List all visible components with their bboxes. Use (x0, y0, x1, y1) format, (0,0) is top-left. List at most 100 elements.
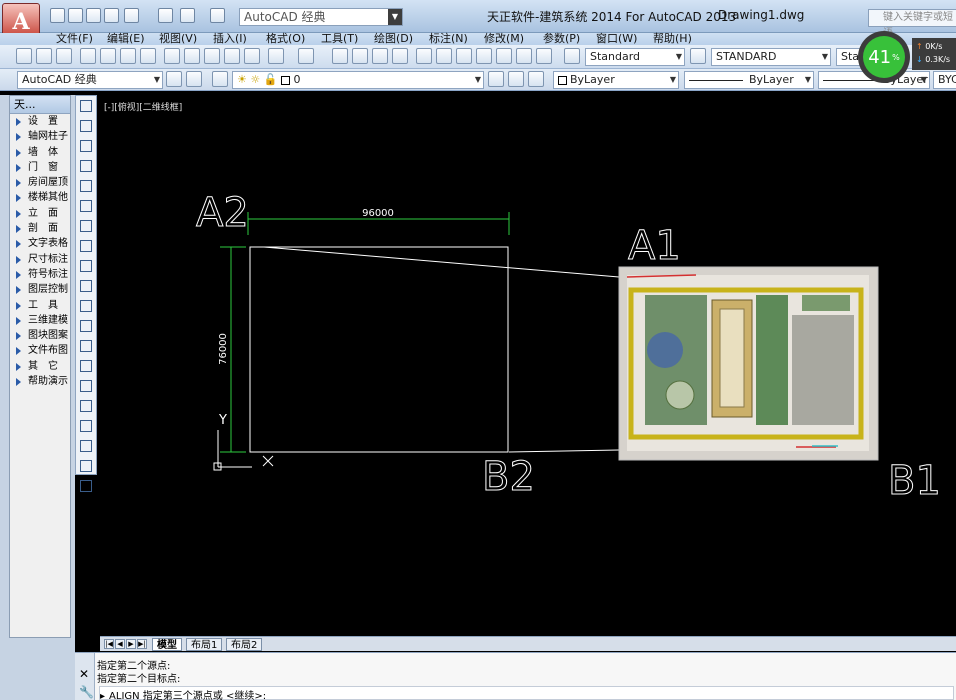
new-icon[interactable] (16, 48, 32, 64)
drawing-canvas[interactable]: 96000 76000 A2 A1 B2 B1 Y (100, 95, 956, 635)
undo-icon[interactable] (268, 48, 284, 64)
redo-icon[interactable] (298, 48, 314, 64)
arc-icon[interactable] (76, 196, 96, 216)
new-icon[interactable] (50, 8, 65, 23)
tianzheng-menu-item[interactable]: 符号标注 (10, 267, 70, 282)
tianzheng-menu-item[interactable]: 工 具 (10, 298, 70, 313)
redo-icon[interactable] (210, 8, 225, 23)
tianzheng-menu-item[interactable]: 门 窗 (10, 160, 70, 175)
revision-cloud-icon[interactable] (76, 236, 96, 256)
make-block-icon[interactable] (76, 336, 96, 356)
spline-icon[interactable] (76, 256, 96, 276)
menu-tools[interactable]: 工具(T) (321, 32, 358, 46)
paste-icon[interactable] (204, 48, 220, 64)
design-center-icon[interactable] (436, 48, 452, 64)
hatch-icon[interactable] (76, 376, 96, 396)
save-icon[interactable] (56, 48, 72, 64)
menu-help[interactable]: 帮助(H) (653, 32, 692, 46)
performance-gauge[interactable]: 41% (858, 31, 910, 83)
help-icon[interactable] (536, 48, 552, 64)
tianzheng-menu-item[interactable]: 三维建模 (10, 313, 70, 328)
tool-palettes-icon[interactable] (456, 48, 472, 64)
construction-line-icon[interactable] (76, 116, 96, 136)
rectangle-icon[interactable] (76, 176, 96, 196)
tianzheng-menu-item[interactable]: 立 面 (10, 206, 70, 221)
workspace-combo[interactable]: AutoCAD 经典 ▼ (17, 71, 163, 89)
tianzheng-menu-item[interactable]: 图块图案 (10, 328, 70, 343)
next-tab-icon[interactable]: ▶ (126, 639, 136, 649)
polyline-icon[interactable] (76, 136, 96, 156)
tianzheng-menu-item[interactable]: 文件布图 (10, 343, 70, 358)
menu-format[interactable]: 格式(O) (266, 32, 305, 46)
make-current-layer-icon[interactable] (488, 71, 504, 87)
close-icon[interactable]: ✕ (79, 667, 89, 681)
menu-edit[interactable]: 编辑(E) (107, 32, 145, 46)
tianzheng-menu-item[interactable]: 图层控制 (10, 282, 70, 297)
sheet-set-icon[interactable] (476, 48, 492, 64)
ellipse-icon[interactable] (76, 276, 96, 296)
menu-view[interactable]: 视图(V) (159, 32, 197, 46)
gradient-icon[interactable] (76, 396, 96, 416)
layer-combo[interactable]: ☀ ☼ 🔓 0 ▼ (232, 71, 484, 89)
point-icon[interactable] (76, 356, 96, 376)
tab-layout2[interactable]: 布局2 (226, 638, 263, 651)
tianzheng-panel-header[interactable]: 天... (10, 96, 70, 114)
line-icon[interactable] (76, 96, 96, 116)
3d-dwf-icon[interactable] (140, 48, 156, 64)
pan-icon[interactable] (332, 48, 348, 64)
tianzheng-menu-item[interactable]: 房间屋顶 (10, 175, 70, 190)
menu-window[interactable]: 窗口(W) (596, 32, 637, 46)
dim-style-combo[interactable]: STANDARD ▼ (711, 48, 831, 66)
open-icon[interactable] (36, 48, 52, 64)
tianzheng-menu-item[interactable]: 墙 体 (10, 145, 70, 160)
dim-style-icon[interactable] (690, 48, 706, 64)
menu-parametric[interactable]: 参数(P) (543, 32, 580, 46)
publish-icon[interactable] (120, 48, 136, 64)
copy-icon[interactable] (184, 48, 200, 64)
undo-icon[interactable] (180, 8, 195, 23)
last-tab-icon[interactable]: ▶| (137, 639, 147, 649)
workspace-settings-icon[interactable] (166, 71, 182, 87)
tianzheng-menu-item[interactable]: 其 它 (10, 359, 70, 374)
multiline-text-icon[interactable] (76, 456, 96, 476)
workspace-switcher[interactable]: AutoCAD 经典 ▼ (239, 8, 403, 26)
tianzheng-menu-item[interactable]: 楼梯其他 (10, 190, 70, 205)
save-icon[interactable] (86, 8, 101, 23)
quickcalc-icon[interactable] (516, 48, 532, 64)
command-input[interactable]: ▸ ALIGN 指定第三个源点或 <继续>: (99, 686, 954, 700)
layer-previous-icon[interactable] (508, 71, 524, 87)
match-properties-icon[interactable] (224, 48, 240, 64)
tianzheng-menu-item[interactable]: 文字表格 (10, 236, 70, 251)
zoom-realtime-icon[interactable] (352, 48, 368, 64)
tab-layout1[interactable]: 布局1 (186, 638, 223, 651)
zoom-window-icon[interactable] (372, 48, 388, 64)
table-icon[interactable] (76, 436, 96, 456)
menu-draw[interactable]: 绘图(D) (374, 32, 413, 46)
color-combo[interactable]: ByLayer ▼ (553, 71, 679, 89)
menu-modify[interactable]: 修改(M) (484, 32, 524, 46)
first-tab-icon[interactable]: |◀ (104, 639, 114, 649)
region-icon[interactable] (76, 416, 96, 436)
add-selected-icon[interactable] (76, 476, 96, 496)
polygon-icon[interactable] (76, 156, 96, 176)
customize-icon[interactable] (186, 71, 202, 87)
insert-block-icon[interactable] (76, 316, 96, 336)
publish-icon[interactable] (124, 8, 139, 23)
block-editor-icon[interactable] (244, 48, 260, 64)
tab-model[interactable]: 模型 (152, 638, 182, 651)
wrench-icon[interactable]: 🔧 (79, 685, 94, 699)
plotstyle-combo[interactable]: BYC (933, 71, 956, 89)
text-style-icon[interactable] (564, 48, 580, 64)
prev-tab-icon[interactable]: ◀ (115, 639, 125, 649)
tianzheng-menu-item[interactable]: 帮助演示 (10, 374, 70, 389)
plot-icon[interactable] (158, 8, 173, 23)
plot-icon[interactable] (80, 48, 96, 64)
linetype-combo[interactable]: ByLayer ▼ (684, 71, 814, 89)
save-as-icon[interactable] (104, 8, 119, 23)
open-icon[interactable] (68, 8, 83, 23)
menu-file[interactable]: 文件(F) (56, 32, 93, 46)
tianzheng-menu-item[interactable]: 设 置 (10, 114, 70, 129)
search-input[interactable]: 键入关键字或短语 (868, 9, 956, 39)
viewport-label[interactable]: [-][俯视][二维线框] (104, 100, 182, 113)
text-style-combo[interactable]: Standard ▼ (585, 48, 685, 66)
